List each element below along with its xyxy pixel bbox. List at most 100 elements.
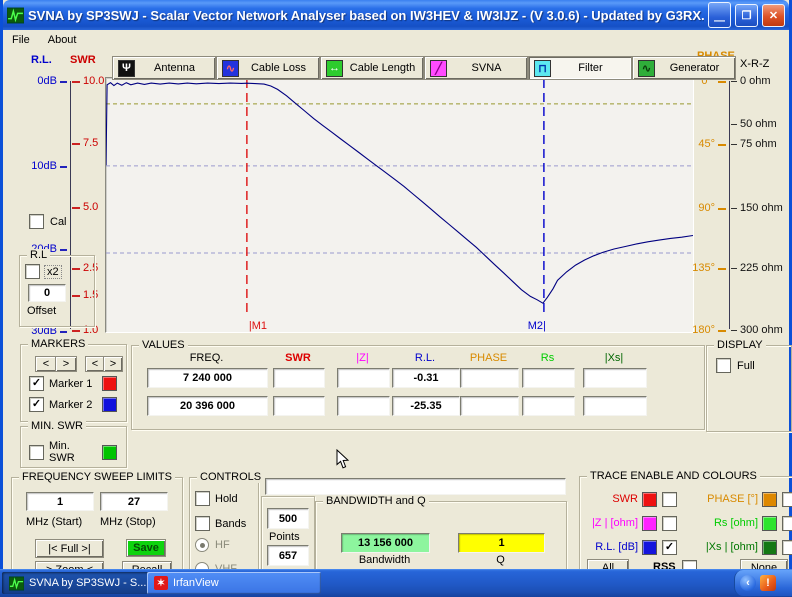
values-cell [273, 368, 325, 388]
toolbar-button-cable-loss[interactable]: ∿Cable Loss [216, 56, 320, 80]
q-value: 1 [458, 533, 545, 553]
marker2-next-button[interactable]: > [103, 356, 123, 372]
trace-enable-group-label: TRACE ENABLE AND COLOURS [587, 470, 760, 482]
bands-row: Bands [195, 516, 246, 531]
trace-color-swatch[interactable] [642, 540, 657, 555]
app-window: SVNA by SP3SWJ - Scalar Vector Network A… [0, 0, 792, 569]
values-cell [522, 368, 575, 388]
min-swr-color-swatch[interactable] [102, 445, 117, 460]
tray-chevron-icon[interactable]: ‹ [740, 575, 756, 591]
trace-label: R.L. [dB] [582, 541, 638, 553]
values-header: PHASE [460, 352, 517, 364]
trace-enable-checkbox[interactable] [782, 492, 792, 507]
rl-offset-group-label: R.L [27, 249, 50, 261]
xrz-axis-header: X-R-Z [740, 58, 769, 70]
trace-color-swatch[interactable] [762, 492, 777, 507]
hold-label: Hold [215, 493, 238, 505]
irfanview-icon: ✶ [154, 576, 168, 590]
trace-enable-checkbox[interactable] [662, 516, 677, 531]
toolbar-button-filter[interactable]: ⊓Filter [528, 56, 632, 80]
trace-color-swatch[interactable] [642, 492, 657, 507]
values-header: FREQ. [147, 352, 266, 364]
bands-checkbox[interactable] [195, 516, 210, 531]
marker1-label: Marker 1 [49, 378, 97, 390]
rl-offset-group: R.L x2 0 Offset [19, 255, 95, 327]
stop-freq-label: MHz (Stop) [100, 516, 156, 528]
values-header: |Z| [337, 352, 388, 364]
toolbar-button-svna[interactable]: ╱SVNA [424, 56, 528, 80]
client-area: R.L. SWR PHASE X-R-Z |M1M2| 0dB10dB20dB3… [3, 49, 789, 569]
task-label: IrfanView [173, 577, 219, 589]
trace-label: SWR [582, 493, 638, 505]
toolbar-button-cable-length[interactable]: ↔Cable Length [320, 56, 424, 80]
trace-rows: SWRPHASE [°]|Z | [ohm]Rs [ohm]R.L. [dB]|… [582, 487, 788, 559]
values-header: SWR [273, 352, 323, 364]
offset-input[interactable]: 0 [28, 284, 66, 302]
menu-file[interactable]: File [12, 34, 30, 46]
freq-sweep-group-label: FREQUENCY SWEEP LIMITS [19, 471, 175, 483]
display-full-checkbox[interactable] [716, 358, 731, 373]
min-swr-label: Min. SWR [49, 440, 97, 464]
marker1-checkbox[interactable] [29, 376, 44, 391]
marker1-prev-button[interactable]: < [35, 356, 57, 372]
trace-enable-checkbox[interactable] [662, 492, 677, 507]
trace-enable-checkbox[interactable] [662, 540, 677, 555]
axis-tick: 10.0 [72, 75, 105, 88]
points-top-value[interactable]: 500 [267, 508, 309, 529]
trace-enable-checkbox[interactable] [782, 516, 792, 531]
values-cell: -0.31 [392, 368, 460, 388]
cal-checkbox[interactable] [29, 214, 44, 229]
maximize-button[interactable]: ❐ [735, 4, 758, 27]
taskbar-task-irfanview[interactable]: ✶ IrfanView [147, 572, 321, 594]
marker2-color-swatch[interactable] [102, 397, 117, 412]
trace-enable-group: TRACE ENABLE AND COLOURS SWRPHASE [°]|Z … [579, 476, 792, 570]
minimize-button[interactable]: — [708, 2, 731, 28]
plot-area[interactable]: |M1M2| [105, 77, 694, 333]
values-cell [460, 396, 519, 416]
antenna-icon: Ψ [118, 60, 135, 77]
marker1-color-swatch[interactable] [102, 376, 117, 391]
marker1-next-button[interactable]: > [55, 356, 77, 372]
menu-about[interactable]: About [48, 34, 77, 46]
hold-row: Hold [195, 491, 238, 506]
values-header: R.L. [392, 352, 458, 364]
axis-tick: 90° [684, 202, 726, 215]
bandwidth-label: Bandwidth [341, 554, 428, 566]
hold-checkbox[interactable] [195, 491, 210, 506]
trace-label: |Xs | [ohm] [684, 541, 758, 553]
start-freq-input[interactable]: 1 [26, 492, 94, 511]
full-span-button[interactable]: |< Full >| [35, 539, 104, 558]
min-swr-checkbox[interactable] [29, 445, 44, 460]
trace-color-swatch[interactable] [762, 516, 777, 531]
right-axis-line [729, 81, 730, 329]
values-cell [522, 396, 575, 416]
hf-radio[interactable] [195, 538, 209, 552]
points-bottom-value[interactable]: 657 [267, 545, 309, 566]
taskbar-task-svna[interactable]: SVNA by SP3SWJ - S... [2, 572, 157, 594]
cal-label: Cal [50, 216, 67, 228]
cable-length-icon: ↔ [326, 60, 343, 77]
toolbar-button-generator[interactable]: ∿Generator [632, 56, 736, 80]
trace-color-swatch[interactable] [762, 540, 777, 555]
axis-tick: 180° [684, 324, 726, 337]
svg-text:M2|: M2| [528, 320, 546, 332]
values-cell [583, 396, 647, 416]
stop-freq-input[interactable]: 27 [100, 492, 168, 511]
command-input[interactable] [265, 478, 566, 495]
x2-checkbox[interactable] [25, 264, 40, 279]
start-freq-label: MHz (Start) [26, 516, 82, 528]
security-alert-icon[interactable]: ! [760, 575, 776, 591]
display-group: DISPLAY Full [706, 345, 792, 432]
marker2-prev-button[interactable]: < [85, 356, 105, 372]
toolbar-button-antenna[interactable]: ΨAntenna [112, 56, 216, 80]
titlebar[interactable]: SVNA by SP3SWJ - Scalar Vector Network A… [3, 0, 789, 30]
close-button[interactable]: ✕ [762, 4, 785, 27]
values-group-label: VALUES [139, 339, 188, 351]
trace-enable-checkbox[interactable] [782, 540, 792, 555]
marker2-checkbox[interactable] [29, 397, 44, 412]
save-button[interactable]: Save [126, 539, 166, 557]
trace-label: |Z | [ohm] [582, 517, 638, 529]
trace-color-swatch[interactable] [642, 516, 657, 531]
points-label: Points [269, 531, 300, 543]
values-cell: 7 240 000 [147, 368, 268, 388]
